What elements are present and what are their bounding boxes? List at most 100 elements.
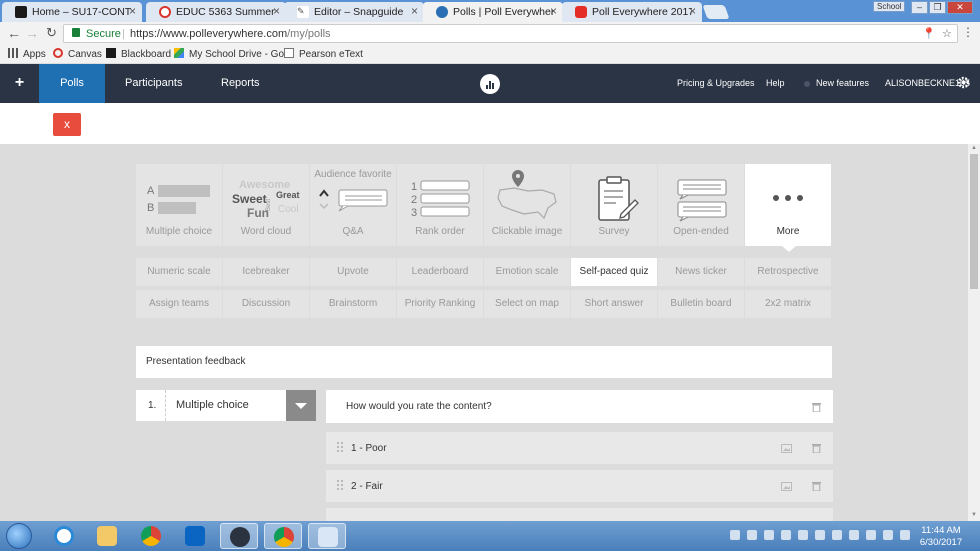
close-window-icon[interactable]: ✕ [947, 1, 973, 14]
image-icon[interactable] [781, 482, 792, 491]
poll-type-rank-order[interactable]: 1 2 3 Rank order [397, 164, 483, 246]
tab-polls[interactable]: Polls [39, 64, 105, 103]
trash-icon[interactable] [812, 402, 821, 412]
scrollbar-thumb[interactable] [970, 154, 978, 289]
tray-flag-icon[interactable] [832, 530, 842, 540]
option-upvote[interactable]: Upvote [310, 258, 396, 286]
url-field[interactable]: Secure | https://www.polleverywhere.com/… [63, 24, 958, 43]
tray-network-icon[interactable] [883, 530, 893, 540]
browser-menu-icon[interactable]: ⋮ [962, 25, 974, 39]
help-link[interactable]: Help [766, 64, 785, 103]
answer-option-partial[interactable] [326, 508, 833, 521]
poll-title-field[interactable]: Presentation feedback [136, 346, 832, 378]
tab-close-icon[interactable]: × [129, 4, 136, 18]
question-type-dropdown-button[interactable] [286, 390, 316, 421]
option-self-paced-quiz[interactable]: Self-paced quiz [571, 258, 657, 286]
bookmark-blackboard[interactable]: Blackboard [106, 48, 171, 60]
tray-app2-icon[interactable] [815, 530, 825, 540]
option-leaderboard[interactable]: Leaderboard [397, 258, 483, 286]
question-text-field[interactable]: How would you rate the content? [326, 390, 833, 423]
reload-icon[interactable]: ↻ [46, 25, 57, 41]
tab-participants[interactable]: Participants [125, 64, 182, 103]
tray-action-center-icon[interactable] [730, 530, 740, 540]
poll-type-survey[interactable]: Survey [571, 164, 657, 246]
bookmark-star-icon[interactable]: ☆ [942, 27, 952, 40]
option-priority-ranking[interactable]: Priority Ranking [397, 290, 483, 318]
new-tab-button[interactable] [702, 5, 730, 19]
trash-icon[interactable] [812, 443, 821, 453]
option-assign-teams[interactable]: Assign teams [136, 290, 222, 318]
trash-icon[interactable] [812, 481, 821, 491]
create-poll-button[interactable]: + [0, 64, 39, 103]
poll-type-clickable-image[interactable]: Clickable image [484, 164, 570, 246]
taskbar-internet-explorer[interactable] [45, 523, 83, 549]
drag-handle-icon[interactable] [337, 480, 343, 490]
poll-type-qa[interactable]: Audience favorite Q&A [310, 164, 396, 246]
tray-sync-icon[interactable] [849, 530, 859, 540]
taskbar-chrome[interactable] [132, 523, 170, 549]
option-news-ticker[interactable]: News ticker [658, 258, 744, 286]
pricing-upgrades-link[interactable]: Pricing & Upgrades [677, 64, 755, 103]
image-icon[interactable] [781, 444, 792, 453]
gear-icon[interactable] [957, 76, 970, 89]
bookmark-pearson[interactable]: Pearson eText [284, 48, 363, 60]
taskbar-file-explorer[interactable] [88, 523, 126, 549]
tab-close-icon[interactable]: × [550, 4, 557, 18]
taskbar-security-app[interactable] [220, 523, 258, 549]
browser-tab-polls[interactable]: Polls | Poll Everywhere × [423, 2, 563, 22]
option-discussion[interactable]: Discussion [223, 290, 309, 318]
option-select-on-map[interactable]: Select on map [484, 290, 570, 318]
back-arrow-icon[interactable]: ← [7, 25, 21, 41]
poll-type-label: Multiple choice [145, 226, 213, 237]
polleverywhere-logo-icon[interactable] [480, 74, 500, 94]
answer-option[interactable]: 2 - Fair [326, 470, 833, 502]
option-short-answer[interactable]: Short answer [571, 290, 657, 318]
poll-type-open-ended[interactable]: Open-ended [658, 164, 744, 246]
option-retrospective[interactable]: Retrospective [745, 258, 831, 286]
close-button[interactable]: x [53, 113, 81, 136]
forward-arrow-icon[interactable]: → [25, 25, 39, 41]
tray-signal-icon[interactable] [866, 530, 876, 540]
taskbar-chrome-active[interactable] [264, 523, 302, 549]
taskbar-paint[interactable] [308, 523, 346, 549]
start-button[interactable] [6, 523, 32, 549]
scroll-down-icon[interactable]: ▼ [971, 512, 977, 518]
window-user-badge[interactable]: School [873, 1, 906, 12]
tray-app-icon[interactable] [764, 530, 774, 540]
poll-type-multiple-choice[interactable]: A B Multiple choice [136, 164, 222, 246]
system-clock[interactable]: 11:44 AM 6/30/2017 [918, 525, 964, 549]
location-pin-icon[interactable]: 📍 [922, 27, 936, 40]
drag-handle-icon[interactable] [337, 442, 343, 452]
browser-tab-snapguide[interactable]: ✎ Editor – Snapguide × [284, 2, 424, 22]
option-emotion-scale[interactable]: Emotion scale [484, 258, 570, 286]
restore-icon[interactable]: ❐ [929, 1, 946, 14]
bookmark-apps[interactable]: Apps [8, 48, 46, 60]
scroll-up-icon[interactable]: ▲ [971, 145, 977, 151]
minimize-icon[interactable]: – [911, 1, 928, 14]
tab-close-icon[interactable]: × [411, 4, 418, 18]
question-type-select[interactable]: Multiple choice [166, 390, 286, 421]
option-2x2-matrix[interactable]: 2x2 matrix [745, 290, 831, 318]
option-numeric-scale[interactable]: Numeric scale [136, 258, 222, 286]
tab-close-icon[interactable]: × [273, 4, 280, 18]
bookmark-canvas[interactable]: Canvas [53, 48, 102, 60]
option-bulletin-board[interactable]: Bulletin board [658, 290, 744, 318]
tray-chrome-icon[interactable] [747, 530, 757, 540]
taskbar-outlook[interactable] [176, 523, 214, 549]
new-features-link[interactable]: New features [816, 64, 869, 103]
option-brainstorm[interactable]: Brainstorm [310, 290, 396, 318]
tray-volume-icon[interactable] [900, 530, 910, 540]
bookmark-school-drive[interactable]: My School Drive - Go [174, 48, 284, 60]
browser-tab-home[interactable]: Home – SU17-CONTEMP × [2, 2, 142, 22]
browser-tab-educ[interactable]: EDUC 5363 Summer 201 × [146, 2, 286, 22]
answer-option[interactable]: 1 - Poor [326, 432, 833, 464]
tray-bluetooth-icon[interactable] [798, 530, 808, 540]
page-scrollbar[interactable]: ▲ ▼ [968, 144, 980, 521]
tray-lock-icon[interactable] [781, 530, 791, 540]
tab-close-icon[interactable]: × [689, 4, 696, 18]
poll-type-more[interactable]: More [745, 164, 831, 246]
option-icebreaker[interactable]: Icebreaker [223, 258, 309, 286]
browser-tab-youtube[interactable]: Poll Everywhere 2017 Tu × [562, 2, 702, 22]
tab-reports[interactable]: Reports [221, 64, 260, 103]
poll-type-word-cloud[interactable]: Awesome Sweet Great Best Fun Cool Word c… [223, 164, 309, 246]
